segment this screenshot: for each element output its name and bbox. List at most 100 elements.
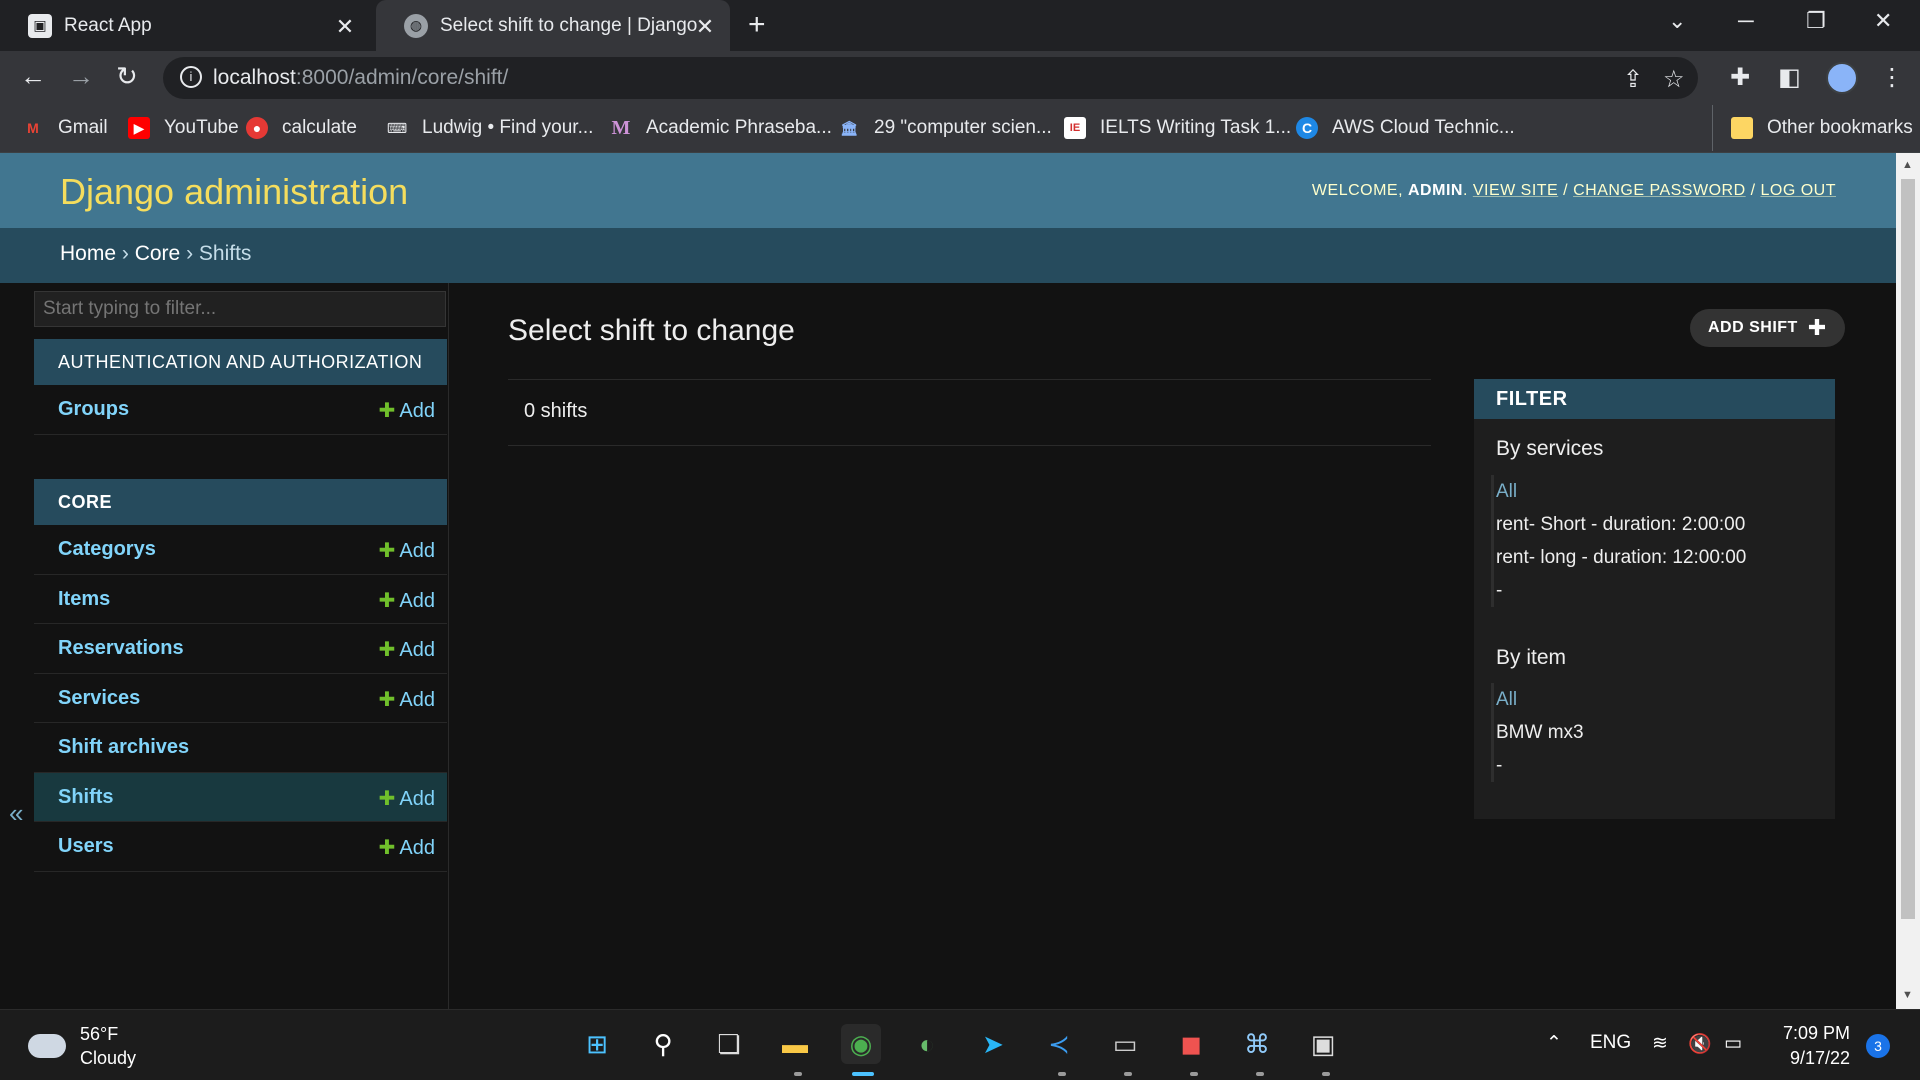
model-link-shifts[interactable]: Shifts xyxy=(58,786,114,809)
filter-option-services-long[interactable]: rent- long - duration: 12:00:00 xyxy=(1494,541,1746,574)
telegram-icon[interactable]: ➤ xyxy=(973,1024,1013,1064)
calculate-icon: ● xyxy=(246,117,268,139)
module-core: Core Categorys ✚ Add Items ✚ Add Reservati… xyxy=(34,479,447,872)
filter-option-services-short[interactable]: rent- Short - duration: 2:00:00 xyxy=(1494,508,1746,541)
temperature: 56°F xyxy=(80,1024,119,1044)
menu-icon[interactable]: ⋮ xyxy=(1880,63,1904,92)
model-link-services[interactable]: Services xyxy=(58,687,140,710)
clock-time: 7:09 PM xyxy=(1783,1023,1851,1043)
command-prompt-icon[interactable]: ▣ xyxy=(1303,1024,1343,1064)
scroll-down-icon[interactable]: ▼ xyxy=(1902,989,1913,1001)
nav-filter-input[interactable] xyxy=(34,291,446,327)
collapse-sidebar-icon[interactable]: « xyxy=(9,798,23,829)
bookmark-youtube[interactable]: ▶ YouTube xyxy=(128,105,239,151)
filter-option-item-all[interactable]: All xyxy=(1494,683,1584,716)
add-shifts-link[interactable]: ✚ Add xyxy=(379,786,435,811)
notification-badge[interactable]: 3 xyxy=(1866,1034,1890,1058)
battery-icon[interactable]: ▭ xyxy=(1724,1032,1742,1055)
changelist-results: 0 shifts xyxy=(508,379,1431,446)
model-link-reservations[interactable]: Reservations xyxy=(58,637,184,660)
minimize-icon[interactable]: ─ xyxy=(1738,8,1754,34)
add-shift-button[interactable]: Add shift ✚ xyxy=(1690,309,1845,347)
close-window-icon[interactable]: ✕ xyxy=(1874,8,1892,34)
tab-search-icon[interactable]: ⌄ xyxy=(1668,8,1686,34)
filter-option-item-bmw[interactable]: BMW mx3 xyxy=(1494,716,1584,749)
model-link-categorys[interactable]: Categorys xyxy=(58,538,156,561)
file-explorer-icon[interactable]: ▬ xyxy=(775,1024,815,1064)
url-text[interactable]: localhost:8000/admin/core/shift/ xyxy=(213,66,508,90)
restore-icon[interactable]: ❐ xyxy=(1806,8,1826,34)
address-bar[interactable]: i localhost:8000/admin/core/shift/ ⇪ ☆ xyxy=(163,57,1698,99)
share-icon[interactable]: ⇪ xyxy=(1623,65,1643,94)
python-icon[interactable]: ⌘ xyxy=(1237,1024,1277,1064)
coursera-icon: C xyxy=(1296,117,1318,139)
scroll-up-icon[interactable]: ▲ xyxy=(1902,159,1913,171)
weather-widget[interactable]: 56°F Cloudy xyxy=(28,1022,136,1070)
filter-option-services-empty[interactable]: - xyxy=(1494,574,1746,607)
bookmark-calculate[interactable]: ● calculate xyxy=(246,105,357,151)
windows-taskbar: 56°F Cloudy ⊞ ⚲ ❏ ▬ ◉ ◐ ➤ ≺ ▭ ◼ ⌘ ▣ ⌃ EN… xyxy=(0,1009,1920,1080)
sidebar-item-items: Items ✚ Add xyxy=(34,575,447,624)
page-scrollbar[interactable]: ▲ ▼ xyxy=(1896,153,1920,1009)
model-link-groups[interactable]: Groups xyxy=(58,398,129,421)
module-caption-core[interactable]: Core xyxy=(34,479,447,525)
scrollbar-thumb[interactable] xyxy=(1901,179,1915,919)
close-tab-icon[interactable]: ✕ xyxy=(334,14,356,40)
model-link-items[interactable]: Items xyxy=(58,588,110,611)
search-icon[interactable]: ⚲ xyxy=(643,1024,683,1064)
volume-muted-icon[interactable]: 🔇 xyxy=(1688,1032,1712,1056)
add-items-link[interactable]: ✚ Add xyxy=(379,588,435,613)
language-indicator[interactable]: ENG xyxy=(1590,1032,1631,1054)
bookmark-computer-science[interactable]: 🏛 29 "computer scien... xyxy=(838,105,1052,151)
bookmark-star-icon[interactable]: ☆ xyxy=(1663,65,1685,94)
tab-title: Select shift to change | Django si xyxy=(440,14,698,36)
back-icon[interactable]: ← xyxy=(20,61,46,92)
add-categorys-link[interactable]: ✚ Add xyxy=(379,538,435,563)
change-password-link[interactable]: Change password xyxy=(1573,182,1746,199)
bookmark-gmail[interactable]: M Gmail xyxy=(22,105,107,151)
tab-react-app[interactable]: ▣ React App ✕ xyxy=(0,0,370,51)
filter-option-services-all[interactable]: All xyxy=(1494,475,1746,508)
side-panel-icon[interactable]: ◧ xyxy=(1778,63,1801,92)
module-auth: Authentication and Authorization Groups … xyxy=(34,339,447,435)
add-services-link[interactable]: ✚ Add xyxy=(379,687,435,712)
bookmark-ludwig[interactable]: ⌨ Ludwig • Find your... xyxy=(386,105,594,151)
close-tab-icon[interactable]: ✕ xyxy=(694,14,716,40)
model-link-users[interactable]: Users xyxy=(58,835,114,858)
module-caption-auth[interactable]: Authentication and Authorization xyxy=(34,339,447,385)
add-users-link[interactable]: ✚ Add xyxy=(379,835,435,860)
bookmark-aws[interactable]: C AWS Cloud Technic... xyxy=(1296,105,1515,151)
site-branding[interactable]: Django administration xyxy=(60,171,408,213)
tab-django-admin[interactable]: ◍ Select shift to change | Django si ✕ xyxy=(376,0,730,51)
breadcrumb-core[interactable]: Core xyxy=(135,242,181,265)
bookmark-ielts[interactable]: IE IELTS Writing Task 1... xyxy=(1064,105,1291,151)
view-site-link[interactable]: View site xyxy=(1473,182,1558,199)
model-link-shift-archives[interactable]: Shift archives xyxy=(58,736,189,759)
site-info-icon[interactable]: i xyxy=(180,66,202,88)
sidebar-toggle[interactable]: « xyxy=(0,283,34,1009)
app-globe-icon[interactable]: ◐ xyxy=(907,1024,947,1064)
show-hidden-icons-icon[interactable]: ⌃ xyxy=(1546,1032,1562,1055)
log-out-link[interactable]: Log out xyxy=(1760,182,1836,199)
bookmark-other[interactable]: Other bookmarks xyxy=(1712,105,1913,151)
cloud-icon xyxy=(28,1034,66,1058)
video-recorder-icon[interactable]: ◼ xyxy=(1171,1024,1211,1064)
profile-avatar[interactable] xyxy=(1826,62,1858,94)
start-icon[interactable]: ⊞ xyxy=(577,1024,617,1064)
add-reservations-link[interactable]: ✚ Add xyxy=(379,637,435,662)
task-view-icon[interactable]: ❏ xyxy=(709,1024,749,1064)
breadcrumb-home[interactable]: Home xyxy=(60,242,116,265)
system-clock[interactable]: 7:09 PM 9/17/22 xyxy=(1783,1021,1850,1071)
terminal-icon[interactable]: ▭ xyxy=(1105,1024,1145,1064)
reload-icon[interactable]: ↻ xyxy=(116,61,138,92)
sidebar-item-groups: Groups ✚ Add xyxy=(34,385,447,435)
vscode-icon[interactable]: ≺ xyxy=(1039,1024,1079,1064)
filter-option-item-empty[interactable]: - xyxy=(1494,749,1584,782)
new-tab-icon[interactable]: + xyxy=(748,8,766,42)
add-groups-link[interactable]: ✚ Add xyxy=(379,398,435,423)
extensions-icon[interactable]: ✚ xyxy=(1730,63,1750,92)
bookmark-academic-phrasebank[interactable]: M Academic Phraseba... xyxy=(610,105,832,151)
wifi-icon[interactable]: ≋ xyxy=(1652,1032,1668,1055)
forward-icon[interactable]: → xyxy=(68,61,94,92)
chrome-icon[interactable]: ◉ xyxy=(841,1024,881,1064)
